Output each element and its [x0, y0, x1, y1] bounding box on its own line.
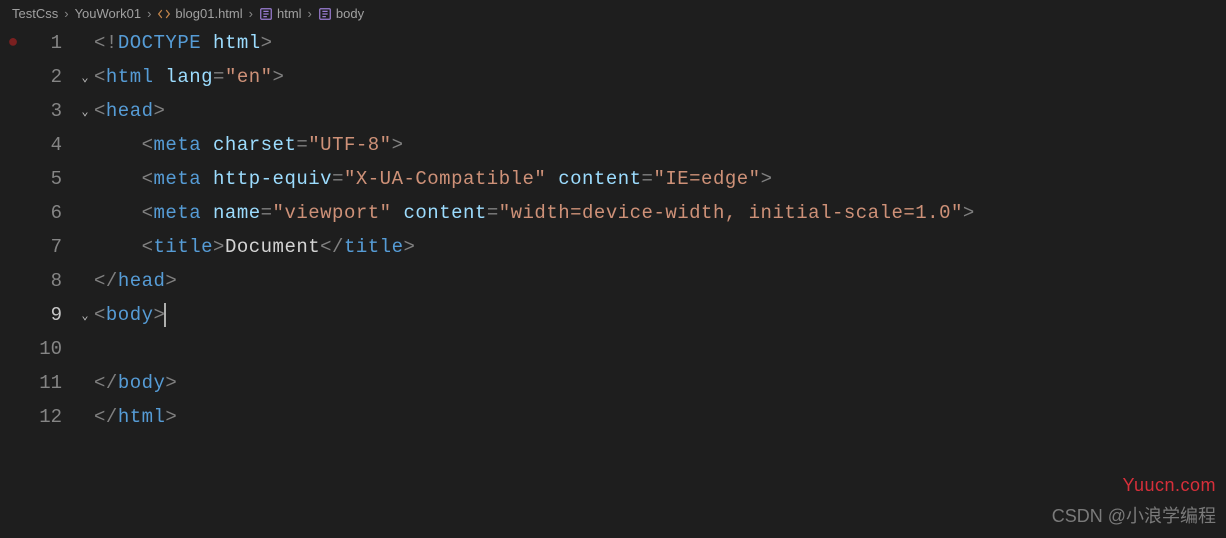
code-content[interactable]: </html>: [94, 406, 177, 428]
symbol-block-icon: [259, 5, 273, 21]
breadcrumb-item[interactable]: TestCss: [12, 6, 58, 21]
fold-toggle-icon[interactable]: ⌄: [76, 70, 94, 85]
breadcrumb-item[interactable]: body: [336, 6, 364, 21]
breadcrumb-item[interactable]: blog01.html: [175, 6, 242, 21]
code-line[interactable]: 10: [0, 332, 1226, 366]
line-number: 5: [26, 168, 76, 190]
code-content[interactable]: <meta http-equiv="X-UA-Compatible" conte…: [94, 168, 772, 190]
line-number: 1: [26, 32, 76, 54]
chevron-right-icon: ›: [64, 6, 68, 21]
chevron-right-icon: ›: [308, 6, 312, 21]
code-line[interactable]: ●1 <!DOCTYPE html>: [0, 26, 1226, 60]
code-line[interactable]: 11 </body>: [0, 366, 1226, 400]
line-number: 3: [26, 100, 76, 122]
fold-toggle-icon[interactable]: ⌄: [76, 104, 94, 119]
code-content[interactable]: <title>Document</title>: [94, 236, 415, 258]
line-number: 12: [26, 406, 76, 428]
fold-toggle-icon[interactable]: ⌄: [76, 308, 94, 323]
line-number: 7: [26, 236, 76, 258]
text-cursor: [164, 303, 166, 327]
watermark-link: Yuucn.com: [1122, 475, 1216, 496]
code-content[interactable]: </head>: [94, 270, 177, 292]
line-number: 8: [26, 270, 76, 292]
code-line[interactable]: 5 <meta http-equiv="X-UA-Compatible" con…: [0, 162, 1226, 196]
line-number: 9: [26, 304, 76, 326]
breadcrumb-item[interactable]: html: [277, 6, 302, 21]
code-content[interactable]: <meta name="viewport" content="width=dev…: [94, 202, 975, 224]
code-line[interactable]: 3⌄<head>: [0, 94, 1226, 128]
code-content[interactable]: <body>: [94, 303, 166, 327]
watermark-text: CSDN @小浪学编程: [1052, 502, 1216, 528]
breadcrumb-item[interactable]: YouWork01: [75, 6, 142, 21]
code-line[interactable]: 6 <meta name="viewport" content="width=d…: [0, 196, 1226, 230]
line-number: 11: [26, 372, 76, 394]
code-editor[interactable]: ●1<!DOCTYPE html>2⌄<html lang="en">3⌄<he…: [0, 26, 1226, 434]
line-number: 4: [26, 134, 76, 156]
chevron-right-icon: ›: [147, 6, 151, 21]
code-content[interactable]: <!DOCTYPE html>: [94, 32, 273, 54]
code-line[interactable]: 9⌄<body>: [0, 298, 1226, 332]
code-file-icon: [157, 5, 171, 21]
symbol-block-icon: [318, 5, 332, 21]
code-line[interactable]: 4 <meta charset="UTF-8">: [0, 128, 1226, 162]
chevron-right-icon: ›: [249, 6, 253, 21]
gutter-modified-icon: ●: [0, 33, 26, 53]
code-content[interactable]: <meta charset="UTF-8">: [94, 134, 404, 156]
code-content[interactable]: <html lang="en">: [94, 66, 284, 88]
line-number: 6: [26, 202, 76, 224]
code-content[interactable]: </body>: [94, 372, 177, 394]
code-line[interactable]: 12 </html>: [0, 400, 1226, 434]
code-line[interactable]: 2⌄<html lang="en">: [0, 60, 1226, 94]
breadcrumb[interactable]: TestCss › YouWork01 › blog01.html › html…: [0, 0, 1226, 26]
code-line[interactable]: 7 <title>Document</title>: [0, 230, 1226, 264]
code-line[interactable]: 8 </head>: [0, 264, 1226, 298]
line-number: 10: [26, 338, 76, 360]
line-number: 2: [26, 66, 76, 88]
code-content[interactable]: <head>: [94, 100, 165, 122]
